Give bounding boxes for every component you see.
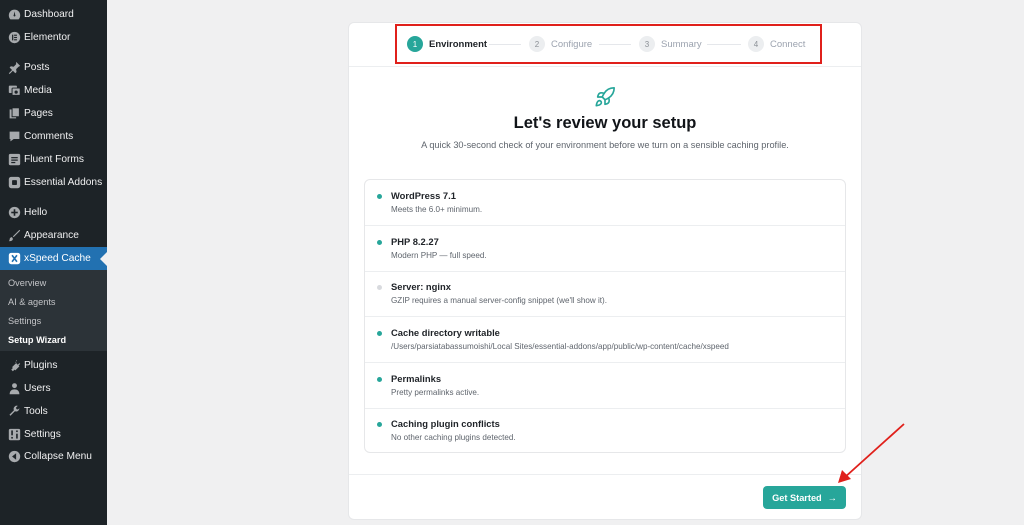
card-footer-divider: [349, 474, 861, 475]
arrow-right-icon: →: [827, 492, 837, 503]
submenu-setup-wizard[interactable]: Setup Wizard: [8, 335, 66, 345]
menu-posts[interactable]: Posts: [0, 56, 107, 79]
status-dot-ok: [377, 377, 382, 382]
active-arrow-indicator: [100, 251, 107, 266]
xspeed-submenu: Overview AI & agents Settings Setup Wiza…: [0, 270, 107, 351]
menu-settings[interactable]: Settings: [0, 423, 107, 446]
check-item-wordpress: WordPress 7.1 Meets the 6.0+ minimum.: [365, 180, 845, 226]
check-item-php: PHP 8.2.27 Modern PHP — full speed.: [365, 226, 845, 272]
menu-pages[interactable]: Pages: [0, 102, 107, 125]
settings-icon: [4, 425, 24, 445]
check-item-cache-dir: Cache directory writable /Users/parsiata…: [365, 317, 845, 363]
menu-tools[interactable]: Tools: [0, 400, 107, 423]
menu-appearance[interactable]: Appearance: [0, 224, 107, 247]
check-item-conflicts: Caching plugin conflicts No other cachin…: [365, 408, 845, 454]
forms-icon: [4, 150, 24, 170]
admin-sidebar: Dashboard Elementor Posts Media Pages Co…: [0, 0, 107, 525]
get-started-button[interactable]: Get Started →: [763, 486, 846, 509]
submenu-ai-agents[interactable]: AI & agents: [8, 297, 56, 307]
elementor-icon: [4, 28, 24, 48]
page-subtitle: A quick 30-second check of your environm…: [421, 140, 789, 150]
menu-plugins[interactable]: Plugins: [0, 354, 107, 377]
users-icon: [4, 379, 24, 399]
menu-collapse[interactable]: Collapse Menu: [0, 445, 107, 468]
comments-icon: [4, 127, 24, 147]
dashboard-icon: [4, 5, 24, 25]
environment-check-list: WordPress 7.1 Meets the 6.0+ minimum. PH…: [364, 179, 846, 453]
xspeed-icon: [4, 249, 24, 269]
pages-icon: [4, 104, 24, 124]
plug-icon: [4, 356, 24, 376]
annotation-arrow-icon: [838, 423, 905, 483]
brush-icon: [4, 226, 24, 246]
menu-essential-addons[interactable]: Essential Addons: [0, 171, 107, 194]
menu-users[interactable]: Users: [0, 377, 107, 400]
addons-icon: [4, 173, 24, 193]
collapse-icon: [4, 447, 24, 467]
status-dot-ok: [377, 331, 382, 336]
status-dot-info: [377, 285, 382, 290]
check-item-permalinks: Permalinks Pretty permalinks active.: [365, 363, 845, 409]
plus-circle-icon: [4, 203, 24, 223]
status-dot-ok: [377, 240, 382, 245]
page-title: Let's review your setup: [513, 114, 697, 132]
status-dot-ok: [377, 422, 382, 427]
menu-fluent-forms[interactable]: Fluent Forms: [0, 148, 107, 171]
menu-comments[interactable]: Comments: [0, 125, 107, 148]
wrench-icon: [4, 402, 24, 422]
annotation-highlight-box: [395, 24, 822, 64]
rocket-icon: [595, 87, 615, 107]
menu-elementor[interactable]: Elementor: [0, 26, 107, 49]
pin-icon: [4, 58, 24, 78]
menu-xspeed-cache[interactable]: xSpeed Cache: [0, 247, 107, 270]
menu-dashboard[interactable]: Dashboard: [0, 3, 107, 26]
submenu-settings[interactable]: Settings: [8, 316, 41, 326]
status-dot-ok: [377, 194, 382, 199]
check-item-server: Server: nginx GZIP requires a manual ser…: [365, 271, 845, 317]
media-icon: [4, 81, 24, 101]
menu-media[interactable]: Media: [0, 79, 107, 102]
menu-hello[interactable]: Hello: [0, 201, 107, 224]
submenu-overview[interactable]: Overview: [8, 278, 46, 288]
